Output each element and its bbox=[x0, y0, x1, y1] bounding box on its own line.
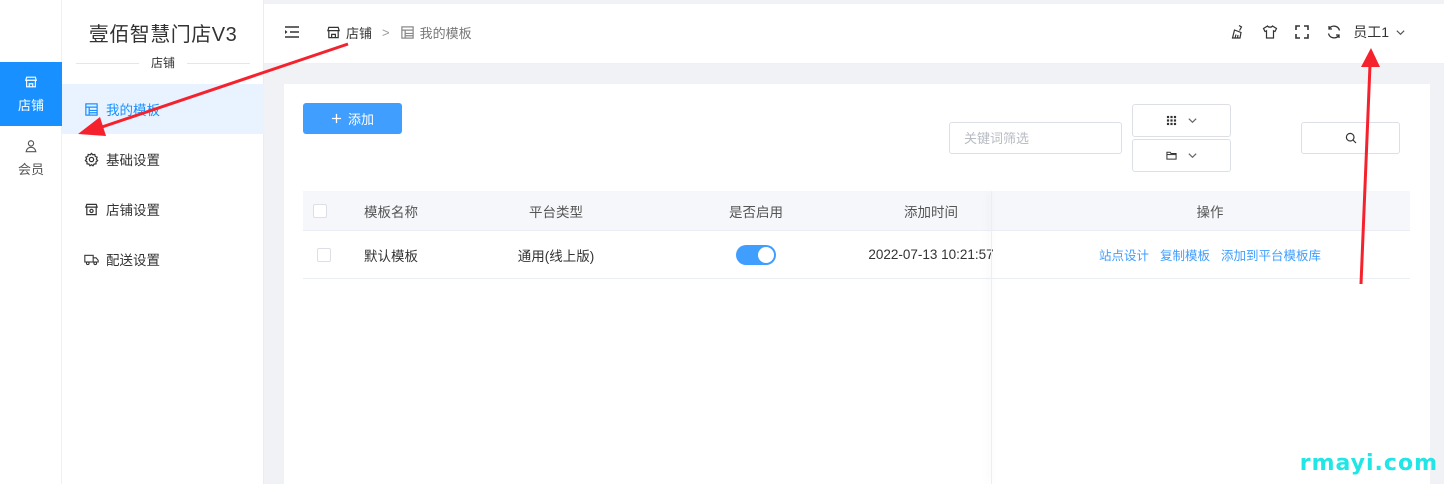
sidebar-item-label: 基础设置 bbox=[106, 153, 160, 168]
search-button[interactable] bbox=[1301, 122, 1400, 154]
rail-item-member[interactable]: 会员 bbox=[0, 126, 62, 190]
menu-collapse-icon[interactable] bbox=[284, 25, 300, 39]
column-header-actions: 操作 bbox=[1196, 204, 1224, 220]
chevron-down-icon bbox=[1396, 29, 1405, 35]
user-icon bbox=[25, 139, 37, 152]
column-header-enabled: 是否启用 bbox=[729, 204, 783, 220]
top-header: 店铺 > 我的模板 员工1 bbox=[264, 0, 1444, 64]
grid-icon bbox=[1166, 115, 1176, 126]
search-icon bbox=[1345, 132, 1356, 144]
enabled-toggle[interactable] bbox=[736, 244, 776, 265]
refresh-button[interactable] bbox=[1325, 23, 1343, 41]
watermark: rmayi.com bbox=[1299, 451, 1438, 476]
row-checkbox[interactable] bbox=[317, 247, 331, 262]
plus-icon bbox=[331, 113, 342, 124]
template-table: 模板名称 平台类型 是否启用 添加时间 操作 默认模板 通用(线上版) 2022… bbox=[303, 191, 1410, 279]
sidebar-section-label: 店铺 bbox=[138, 56, 187, 70]
refresh-icon bbox=[1328, 25, 1341, 39]
user-name: 员工1 bbox=[1353, 24, 1389, 40]
row-select-cell bbox=[317, 231, 331, 278]
site-design-link[interactable]: 站点设计 bbox=[1099, 245, 1149, 264]
sidebar-item-my-templates[interactable]: 我的模板 bbox=[62, 84, 264, 134]
chevron-down-icon bbox=[1187, 153, 1197, 159]
rail-item-label: 店铺 bbox=[17, 97, 44, 113]
table-row: 默认模板 通用(线上版) 2022-07-13 10:21:57 站点设计 复制… bbox=[303, 231, 1410, 279]
sidebar-item-label: 店铺设置 bbox=[106, 203, 160, 218]
sidebar-item-label: 配送设置 bbox=[106, 253, 160, 268]
template-icon bbox=[85, 102, 98, 116]
keyword-filter-input[interactable] bbox=[949, 122, 1122, 154]
table-header: 模板名称 平台类型 是否启用 添加时间 操作 bbox=[303, 191, 1410, 231]
fullscreen-icon bbox=[1295, 25, 1310, 39]
breadcrumb-item-current: 我的模板 bbox=[400, 23, 472, 42]
theme-button[interactable] bbox=[1261, 23, 1279, 41]
column-toggle-dropdown[interactable] bbox=[1132, 104, 1231, 137]
sidebar-section-header: 店铺 bbox=[76, 54, 250, 71]
row-actions: 站点设计 复制模板 添加到平台模板库 bbox=[1010, 231, 1410, 278]
sidebar: 壹佰智慧门店V3 店铺 我的模板 基础设置 店铺设置 配送设置 bbox=[62, 0, 264, 484]
sidebar-item-store-settings[interactable]: 店铺设置 bbox=[62, 184, 264, 234]
column-header-platform: 平台类型 bbox=[529, 204, 583, 220]
add-button[interactable]: 添加 bbox=[303, 103, 402, 134]
truck-icon bbox=[84, 254, 99, 265]
sidebar-item-basic-settings[interactable]: 基础设置 bbox=[62, 134, 264, 184]
export-dropdown[interactable] bbox=[1132, 139, 1231, 172]
add-button-label: 添加 bbox=[347, 112, 374, 127]
broom-icon bbox=[1231, 24, 1243, 39]
breadcrumb-current-label: 我的模板 bbox=[419, 26, 472, 41]
copy-template-link[interactable]: 复制模板 bbox=[1160, 245, 1210, 264]
user-menu[interactable]: 员工1 bbox=[1353, 22, 1406, 42]
sidebar-item-delivery-settings[interactable]: 配送设置 bbox=[62, 234, 264, 284]
content-panel: 添加 模板名称 平台类型 是否启用 添加时间 操作 默认模板 通用(线上版) 2… bbox=[284, 84, 1430, 484]
store-settings-icon bbox=[85, 203, 98, 215]
breadcrumb-separator: > bbox=[382, 25, 390, 40]
rail-item-store[interactable]: 店铺 bbox=[0, 62, 62, 126]
sidebar-item-label: 我的模板 bbox=[106, 103, 160, 118]
store-icon bbox=[327, 26, 340, 39]
fullscreen-button[interactable] bbox=[1293, 23, 1311, 41]
breadcrumb-item-store[interactable]: 店铺 bbox=[346, 23, 372, 42]
fixed-column-divider bbox=[991, 191, 992, 484]
store-icon bbox=[24, 76, 38, 87]
gear-icon bbox=[84, 152, 99, 167]
add-to-platform-library-link[interactable]: 添加到平台模板库 bbox=[1221, 245, 1321, 264]
app-title: 壹佰智慧门店V3 bbox=[88, 24, 238, 46]
select-all-cell bbox=[313, 191, 327, 230]
clean-cache-button[interactable] bbox=[1229, 23, 1247, 41]
folder-icon bbox=[1165, 151, 1177, 160]
header-tools: 员工1 bbox=[1229, 22, 1406, 42]
template-name: 默认模板 bbox=[364, 248, 418, 264]
select-all-checkbox[interactable] bbox=[313, 203, 327, 218]
chevron-down-icon bbox=[1187, 118, 1197, 124]
rail-item-label: 会员 bbox=[17, 161, 44, 177]
enabled-cell bbox=[686, 231, 826, 278]
platform-type: 通用(线上版) bbox=[517, 248, 595, 264]
app-rail: 店铺 会员 bbox=[0, 0, 62, 484]
breadcrumb: 店铺 > 我的模板 bbox=[326, 23, 472, 42]
column-header-name: 模板名称 bbox=[364, 204, 418, 220]
shirt-icon bbox=[1262, 25, 1278, 39]
template-icon bbox=[400, 26, 414, 39]
